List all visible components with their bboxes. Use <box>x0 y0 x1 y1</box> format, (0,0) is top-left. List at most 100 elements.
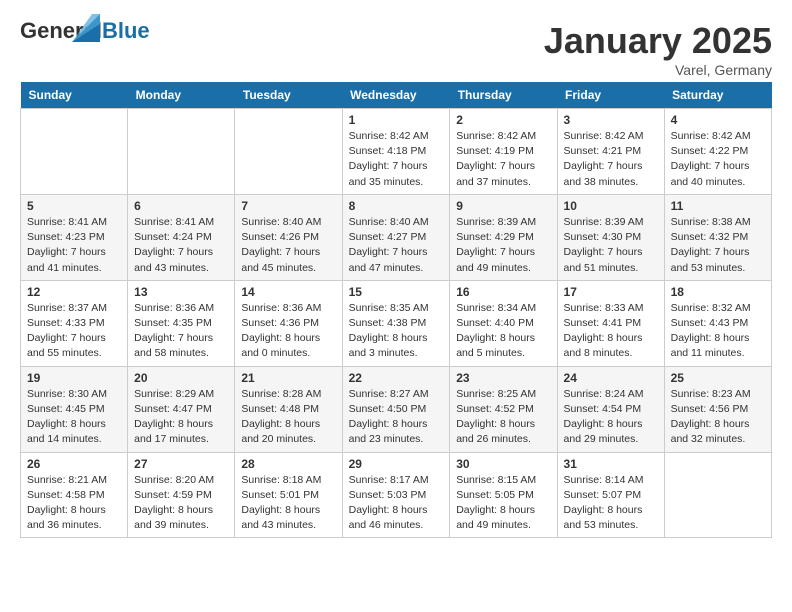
calendar-cell: 26 Sunrise: 8:21 AM Sunset: 4:58 PM Dayli… <box>21 452 128 538</box>
calendar-cell: 3 Sunrise: 8:42 AM Sunset: 4:21 PM Daylig… <box>557 109 664 195</box>
calendar-cell: 4 Sunrise: 8:42 AM Sunset: 4:22 PM Daylig… <box>664 109 771 195</box>
header-saturday: Saturday <box>664 82 771 109</box>
day-number: 29 <box>349 457 444 471</box>
calendar-cell: 16 Sunrise: 8:34 AM Sunset: 4:40 PM Dayli… <box>450 280 557 366</box>
day-number: 20 <box>134 371 228 385</box>
day-number: 25 <box>671 371 765 385</box>
calendar-cell: 18 Sunrise: 8:32 AM Sunset: 4:43 PM Dayli… <box>664 280 771 366</box>
calendar-cell: 11Sunrise: 8:38 AM Sunset: 4:32 PM Dayli… <box>664 194 771 280</box>
day-number: 23 <box>456 371 550 385</box>
day-number: 28 <box>241 457 335 471</box>
day-info: Sunrise: 8:14 AM Sunset: 5:07 PM Dayligh… <box>564 473 658 534</box>
calendar-cell: 28 Sunrise: 8:18 AM Sunset: 5:01 PM Dayli… <box>235 452 342 538</box>
logo-blue: Blue <box>102 18 150 43</box>
day-info: Sunrise: 8:34 AM Sunset: 4:40 PM Dayligh… <box>456 301 550 362</box>
day-number: 16 <box>456 285 550 299</box>
day-number: 27 <box>134 457 228 471</box>
calendar-cell: 1 Sunrise: 8:42 AM Sunset: 4:18 PM Daylig… <box>342 109 450 195</box>
day-info: Sunrise: 8:42 AM Sunset: 4:21 PM Dayligh… <box>564 129 658 190</box>
day-info: Sunrise: 8:36 AM Sunset: 4:35 PM Dayligh… <box>134 301 228 362</box>
day-info: Sunrise: 8:40 AM Sunset: 4:26 PM Dayligh… <box>241 215 335 276</box>
day-info: Sunrise: 8:33 AM Sunset: 4:41 PM Dayligh… <box>564 301 658 362</box>
day-number: 2 <box>456 113 550 127</box>
month-title: January 2025 <box>544 20 772 62</box>
calendar-cell: 6Sunrise: 8:41 AM Sunset: 4:24 PM Daylig… <box>128 194 235 280</box>
day-info: Sunrise: 8:42 AM Sunset: 4:18 PM Dayligh… <box>349 129 444 190</box>
day-info: Sunrise: 8:40 AM Sunset: 4:27 PM Dayligh… <box>349 215 444 276</box>
day-number: 24 <box>564 371 658 385</box>
calendar-cell: 31 Sunrise: 8:14 AM Sunset: 5:07 PM Dayli… <box>557 452 664 538</box>
day-info: Sunrise: 8:21 AM Sunset: 4:58 PM Dayligh… <box>27 473 121 534</box>
day-info: Sunrise: 8:25 AM Sunset: 4:52 PM Dayligh… <box>456 387 550 448</box>
week-row-4: 26 Sunrise: 8:21 AM Sunset: 4:58 PM Dayli… <box>21 452 772 538</box>
calendar-cell: 25 Sunrise: 8:23 AM Sunset: 4:56 PM Dayli… <box>664 366 771 452</box>
header-monday: Monday <box>128 82 235 109</box>
calendar-cell: 24 Sunrise: 8:24 AM Sunset: 4:54 PM Dayli… <box>557 366 664 452</box>
day-info: Sunrise: 8:28 AM Sunset: 4:48 PM Dayligh… <box>241 387 335 448</box>
day-number: 1 <box>349 113 444 127</box>
calendar-cell <box>128 109 235 195</box>
day-number: 4 <box>671 113 765 127</box>
week-row-1: 5 Sunrise: 8:41 AM Sunset: 4:23 PM Daylig… <box>21 194 772 280</box>
header-wednesday: Wednesday <box>342 82 450 109</box>
logo-icon <box>72 14 100 42</box>
calendar-cell: 30 Sunrise: 8:15 AM Sunset: 5:05 PM Dayli… <box>450 452 557 538</box>
day-number: 18 <box>671 285 765 299</box>
day-info: Sunrise: 8:36 AM Sunset: 4:36 PM Dayligh… <box>241 301 335 362</box>
day-number: 6 <box>134 199 228 213</box>
logo: GeneralBlue <box>20 20 150 60</box>
day-number: 5 <box>27 199 121 213</box>
header-sunday: Sunday <box>21 82 128 109</box>
calendar-cell <box>664 452 771 538</box>
title-block: January 2025 Varel, Germany <box>544 20 772 78</box>
day-info: Sunrise: 8:37 AM Sunset: 4:33 PM Dayligh… <box>27 301 121 362</box>
header-friday: Friday <box>557 82 664 109</box>
day-number: 22 <box>349 371 444 385</box>
calendar-cell: 9 Sunrise: 8:39 AM Sunset: 4:29 PM Daylig… <box>450 194 557 280</box>
day-number: 11 <box>671 199 765 213</box>
calendar-cell <box>21 109 128 195</box>
day-number: 3 <box>564 113 658 127</box>
day-info: Sunrise: 8:32 AM Sunset: 4:43 PM Dayligh… <box>671 301 765 362</box>
day-number: 10 <box>564 199 658 213</box>
day-number: 12 <box>27 285 121 299</box>
calendar-cell: 21Sunrise: 8:28 AM Sunset: 4:48 PM Dayli… <box>235 366 342 452</box>
calendar-cell: 20 Sunrise: 8:29 AM Sunset: 4:47 PM Dayli… <box>128 366 235 452</box>
day-info: Sunrise: 8:29 AM Sunset: 4:47 PM Dayligh… <box>134 387 228 448</box>
day-number: 9 <box>456 199 550 213</box>
day-info: Sunrise: 8:20 AM Sunset: 4:59 PM Dayligh… <box>134 473 228 534</box>
calendar-cell: 12 Sunrise: 8:37 AM Sunset: 4:33 PM Dayli… <box>21 280 128 366</box>
day-number: 17 <box>564 285 658 299</box>
day-number: 14 <box>241 285 335 299</box>
calendar-cell <box>235 109 342 195</box>
day-info: Sunrise: 8:24 AM Sunset: 4:54 PM Dayligh… <box>564 387 658 448</box>
day-info: Sunrise: 8:39 AM Sunset: 4:29 PM Dayligh… <box>456 215 550 276</box>
day-number: 15 <box>349 285 444 299</box>
calendar-cell: 27 Sunrise: 8:20 AM Sunset: 4:59 PM Dayli… <box>128 452 235 538</box>
day-number: 30 <box>456 457 550 471</box>
header-tuesday: Tuesday <box>235 82 342 109</box>
page-header: GeneralBlue January 2025 Varel, Germany <box>20 20 772 78</box>
day-info: Sunrise: 8:15 AM Sunset: 5:05 PM Dayligh… <box>456 473 550 534</box>
day-info: Sunrise: 8:18 AM Sunset: 5:01 PM Dayligh… <box>241 473 335 534</box>
calendar-cell: 13Sunrise: 8:36 AM Sunset: 4:35 PM Dayli… <box>128 280 235 366</box>
day-number: 26 <box>27 457 121 471</box>
day-info: Sunrise: 8:41 AM Sunset: 4:23 PM Dayligh… <box>27 215 121 276</box>
calendar-cell: 2Sunrise: 8:42 AM Sunset: 4:19 PM Daylig… <box>450 109 557 195</box>
day-info: Sunrise: 8:23 AM Sunset: 4:56 PM Dayligh… <box>671 387 765 448</box>
calendar-cell: 7Sunrise: 8:40 AM Sunset: 4:26 PM Daylig… <box>235 194 342 280</box>
calendar-cell: 22 Sunrise: 8:27 AM Sunset: 4:50 PM Dayli… <box>342 366 450 452</box>
day-number: 19 <box>27 371 121 385</box>
calendar-cell: 17 Sunrise: 8:33 AM Sunset: 4:41 PM Dayli… <box>557 280 664 366</box>
calendar-cell: 19Sunrise: 8:30 AM Sunset: 4:45 PM Dayli… <box>21 366 128 452</box>
calendar-cell: 23 Sunrise: 8:25 AM Sunset: 4:52 PM Dayli… <box>450 366 557 452</box>
day-info: Sunrise: 8:27 AM Sunset: 4:50 PM Dayligh… <box>349 387 444 448</box>
day-number: 31 <box>564 457 658 471</box>
week-row-3: 19Sunrise: 8:30 AM Sunset: 4:45 PM Dayli… <box>21 366 772 452</box>
calendar-cell: 15Sunrise: 8:35 AM Sunset: 4:38 PM Dayli… <box>342 280 450 366</box>
day-info: Sunrise: 8:42 AM Sunset: 4:22 PM Dayligh… <box>671 129 765 190</box>
calendar-table: SundayMondayTuesdayWednesdayThursdayFrid… <box>20 82 772 538</box>
calendar-cell: 29Sunrise: 8:17 AM Sunset: 5:03 PM Dayli… <box>342 452 450 538</box>
day-info: Sunrise: 8:39 AM Sunset: 4:30 PM Dayligh… <box>564 215 658 276</box>
location: Varel, Germany <box>544 62 772 78</box>
